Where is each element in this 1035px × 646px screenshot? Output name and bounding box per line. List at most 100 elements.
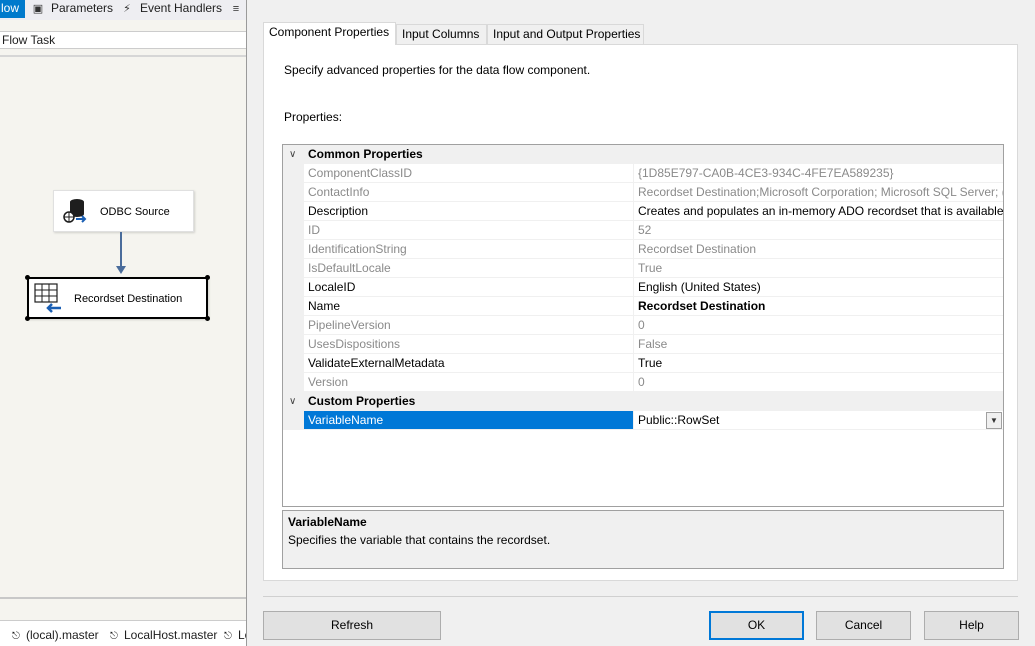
category-custom-properties[interactable]: ∨ Custom Properties (283, 392, 1003, 411)
row-gutter (283, 240, 304, 259)
resize-handle-top-left[interactable] (25, 275, 30, 280)
dropdown-button[interactable]: ▼ (986, 412, 1002, 429)
parameters-icon: ▣ (32, 3, 44, 15)
property-value[interactable]: Recordset Destination (634, 297, 1003, 316)
intro-text: Specify advanced properties for the data… (284, 63, 591, 77)
tab-parameters-label: Parameters (51, 1, 114, 15)
property-value: False (634, 335, 1003, 354)
tab-event-handlers[interactable]: ⚡ Event Handlers (120, 0, 222, 18)
data-path-connector[interactable] (120, 232, 122, 270)
connection-item[interactable]: ⎋Lo (224, 621, 247, 646)
variable-name-value[interactable]: Public::RowSet ▼ (634, 411, 1003, 430)
property-grid[interactable]: ∨ Common Properties ComponentClassID {1D… (282, 144, 1004, 507)
property-value[interactable]: Creates and populates an in-memory ADO r… (634, 202, 1003, 221)
connection-item[interactable]: ⎋ (local).master (12, 621, 99, 646)
property-row[interactable]: Version 0 (283, 373, 1003, 392)
cancel-button[interactable]: Cancel (816, 611, 911, 640)
row-gutter (283, 316, 304, 335)
property-name: ComponentClassID (304, 164, 634, 183)
property-row[interactable]: PipelineVersion 0 (283, 316, 1003, 335)
property-name: Description (304, 202, 634, 221)
property-name: IsDefaultLocale (304, 259, 634, 278)
connection-plug-icon: ⎋ (224, 631, 232, 642)
category-label: Custom Properties (308, 394, 416, 408)
description-text: Specifies the variable that contains the… (288, 533, 551, 547)
recordset-destination-icon (34, 283, 61, 313)
properties-label: Properties: (284, 110, 343, 124)
connection-label: LocalHost.master (124, 628, 218, 642)
row-gutter (283, 278, 304, 297)
tab-parameters[interactable]: ▣ Parameters (31, 0, 113, 18)
property-row[interactable]: LocaleID English (United States) (283, 278, 1003, 297)
row-gutter (283, 259, 304, 278)
pane-divider (0, 597, 247, 599)
property-name: VariableName (304, 411, 634, 430)
row-gutter (283, 335, 304, 354)
row-gutter (283, 164, 304, 183)
property-row-selected[interactable]: VariableName Public::RowSet ▼ (283, 411, 1003, 430)
property-name: ValidateExternalMetadata (304, 354, 634, 373)
data-flow-task-name: Flow Task (2, 33, 56, 47)
category-common-properties[interactable]: ∨ Common Properties (283, 145, 1003, 164)
property-name: ID (304, 221, 634, 240)
chevron-down-icon[interactable]: ∨ (289, 392, 299, 411)
recordset-destination-node[interactable]: Recordset Destination (25, 275, 210, 321)
odbc-source-label: ODBC Source (100, 206, 170, 218)
property-row[interactable]: IdentificationString Recordset Destinati… (283, 240, 1003, 259)
tab-component-properties[interactable]: Component Properties (263, 22, 396, 45)
connection-item[interactable]: ⎋ LocalHost.master (110, 621, 217, 646)
tab-input-output-properties[interactable]: Input and Output Properties (487, 24, 644, 44)
row-gutter (283, 183, 304, 202)
odbc-source-node[interactable]: ODBC Source (53, 190, 194, 232)
property-value: 52 (634, 221, 1003, 240)
resize-handle-bottom-right[interactable] (205, 316, 210, 321)
ok-button[interactable]: OK (709, 611, 804, 640)
row-gutter (283, 373, 304, 392)
property-name: PipelineVersion (304, 316, 634, 335)
property-name: IdentificationString (304, 240, 634, 259)
property-row[interactable]: UsesDispositions False (283, 335, 1003, 354)
advanced-editor-dialog: Component Properties Input Columns Input… (247, 0, 1035, 646)
tab-panel: Specify advanced properties for the data… (263, 44, 1018, 581)
designer-tabstrip: low ▣ Parameters ⚡ Event Handlers ≡ (0, 0, 247, 20)
property-value[interactable]: English (United States) (634, 278, 1003, 297)
connection-managers-bar: ⎋ (local).master ⎋ LocalHost.master ⎋Lo (0, 620, 247, 646)
property-name: LocaleID (304, 278, 634, 297)
chevron-down-icon[interactable]: ∨ (289, 145, 299, 164)
property-value[interactable]: True (634, 354, 1003, 373)
tab-data-flow[interactable]: low (0, 0, 25, 18)
property-name: Name (304, 297, 634, 316)
resize-handle-bottom-left[interactable] (25, 316, 30, 321)
property-row[interactable]: ID 52 (283, 221, 1003, 240)
property-value: {1D85E797-CA0B-4CE3-934C-4FE7EA589235} (634, 164, 1003, 183)
row-gutter (283, 354, 304, 373)
connection-plug-icon: ⎋ (110, 631, 118, 642)
row-gutter (283, 411, 304, 430)
row-gutter (283, 221, 304, 240)
tab-input-columns[interactable]: Input Columns (396, 24, 487, 44)
description-title: VariableName (288, 515, 367, 529)
property-value: Recordset Destination;Microsoft Corporat… (634, 183, 1003, 202)
category-label: Common Properties (308, 147, 423, 161)
property-value: 0 (634, 316, 1003, 335)
chevron-down-icon: ▼ (990, 416, 998, 425)
property-description-panel: VariableName Specifies the variable that… (282, 510, 1004, 569)
help-button[interactable]: Help (924, 611, 1019, 640)
package-explorer-icon: ≡ (232, 3, 240, 15)
property-row[interactable]: ContactInfo Recordset Destination;Micros… (283, 183, 1003, 202)
footer-divider (263, 596, 1018, 597)
property-row[interactable]: Name Recordset Destination (283, 297, 1003, 316)
refresh-button[interactable]: Refresh (263, 611, 441, 640)
data-flow-task-selector[interactable]: Flow Task (0, 31, 247, 49)
design-canvas[interactable]: ODBC Source Recordset Destination (0, 55, 247, 597)
tab-data-flow-label: low (1, 1, 20, 15)
property-row[interactable]: ValidateExternalMetadata True (283, 354, 1003, 373)
connection-plug-icon: ⎋ (12, 631, 20, 642)
row-gutter (283, 297, 304, 316)
property-row[interactable]: ComponentClassID {1D85E797-CA0B-4CE3-934… (283, 164, 1003, 183)
property-row[interactable]: IsDefaultLocale True (283, 259, 1003, 278)
resize-handle-top-right[interactable] (205, 275, 210, 280)
tab-package-explorer[interactable]: ≡ (229, 0, 247, 18)
property-value: True (634, 259, 1003, 278)
property-row[interactable]: Description Creates and populates an in-… (283, 202, 1003, 221)
